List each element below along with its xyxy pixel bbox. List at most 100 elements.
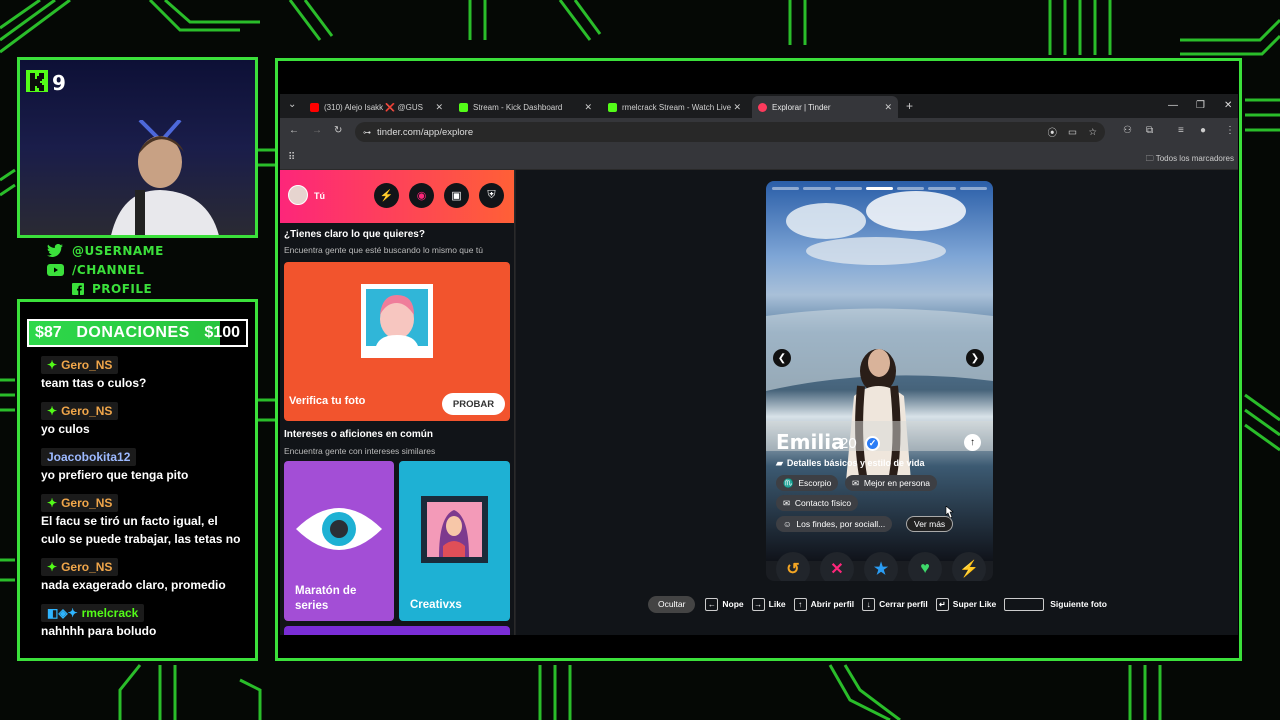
boost-button[interactable]: ⚡ [374,183,399,208]
work-button[interactable]: ▣ [444,183,469,208]
creative-label: Creativxs [410,599,462,611]
close-icon[interactable]: ✕ [435,102,443,113]
series-card[interactable]: Maratón de series [284,461,394,621]
safety-button[interactable]: ⛨ [479,183,504,208]
all-bookmarks[interactable]: 🗀 Todos los marcadores [1146,153,1234,167]
tab-tinder[interactable]: Explorar | Tinder ✕ [752,96,898,118]
social-facebook[interactable]: PROFILE [46,279,166,298]
media-icon[interactable]: ≡ [1178,125,1184,136]
eye-icon [296,508,382,550]
avatar[interactable] [288,185,308,205]
maximize-button[interactable]: ❐ [1196,100,1205,111]
series-label: Maratón de series [295,585,357,612]
tab-kick-dashboard[interactable]: Stream - Kick Dashboard ✕ [453,96,598,118]
chat-user-badge[interactable]: ✦ Gero_NS [41,402,119,420]
kick-icon [459,102,468,112]
address-bar-row: ← → ↻ ⊶ tinder.com/app/explore ⦿ ▭ ☆ ⚇ ⧉… [280,118,1238,146]
youtube-icon [310,102,319,112]
next-photo-button[interactable]: ❯ [966,349,984,367]
tab-youtube[interactable]: (310) Alejo Isakk ❌ @GUS ✕ [304,96,449,118]
profile-label[interactable]: Tú [314,191,325,201]
chat-user-badge[interactable]: ◧◈✦ rmelcrack [41,604,145,622]
verify-photo-card[interactable]: Verifica tu foto PROBAR [284,262,510,421]
twitter-icon [46,244,64,258]
donation-goal: $100 [204,324,240,341]
chat-message: Joacobokita12 yo prefiero que tenga pito [41,448,241,484]
url-field[interactable]: ⊶ tinder.com/app/explore ⦿ ▭ ☆ [355,122,1105,142]
cast-icon[interactable]: ▭ [1068,127,1077,138]
verified-icon: ✓ [865,436,880,451]
rewind-button[interactable]: ↺ [776,552,810,581]
streamer-image [111,120,219,235]
donation-bar: $87 DONACIONES $100 [27,319,248,347]
close-icon[interactable]: ✕ [884,102,892,113]
chat-user-badge[interactable]: ✦ Gero_NS [41,356,119,374]
section-title: Intereses o aficiones en común [284,429,433,440]
donation-current: $87 [35,324,62,341]
open-profile-button[interactable]: ↑ [964,434,981,451]
chip-mejor-en-persona: ✉ Mejor en persona [845,475,938,491]
chat-text: yo prefiero que tenga pito [41,468,189,482]
profile-icon[interactable]: ● [1200,125,1206,136]
menu-icon[interactable]: ⋮ [1225,125,1235,136]
reload-icon[interactable]: ↻ [334,125,342,136]
forward-icon[interactable]: → [312,125,322,136]
profile-card[interactable]: ❮ ❯ Emilia 20 ✓ ↑ ▰ Detalles básicos y es… [766,181,993,581]
shortcut-next-photo: Siguiente foto [1004,597,1107,611]
chat-text: nada exagerado claro, promedio [41,578,226,592]
new-tab-button[interactable]: + [906,99,913,113]
chat-text: El facu se tiró un facto igual, el culo … [41,514,241,546]
shortcut-like: → Like [751,597,786,611]
close-window-button[interactable]: ✕ [1224,100,1232,111]
like-button[interactable]: ♥ [908,552,942,581]
tab-kick-stream[interactable]: rmelcrack Stream - Watch Live ✕ [602,96,747,118]
social-youtube[interactable]: /CHANNEL [46,260,166,279]
youtube-icon [46,263,64,277]
shortcut-superlike: ↵ Super Like [935,597,996,611]
social-twitter-label: @USERNAME [72,243,164,258]
boost-button[interactable]: ⚡ [952,552,986,581]
verify-label: Verifica tu foto [289,395,366,407]
profile-age: 20 [840,435,857,452]
hide-shortcuts-button[interactable]: Ocultar [648,595,696,613]
chat-user-badge[interactable]: Joacobokita12 [41,448,137,466]
social-twitter[interactable]: @USERNAME [46,241,166,260]
chat-user-badge[interactable]: ✦ Gero_NS [41,494,119,512]
creative-card[interactable]: Creativxs [399,461,510,621]
extensions-icon[interactable]: ⧉ [1146,125,1153,136]
tinder-icon [758,102,767,112]
location-icon[interactable]: ⦿ [1047,125,1057,139]
apps-icon[interactable]: ⠿ [288,152,295,163]
next-card-preview[interactable] [284,626,510,635]
social-facebook-label: PROFILE [92,281,153,296]
chip-contacto-fisico: ✉ Contacto físico [776,495,859,511]
chat-message: ✦ Gero_NS El facu se tiró un facto igual,… [41,494,241,548]
tinder-sidebar: Tú ⚡ ◉ ▣ ⛨ ¿Tienes claro lo que quieres?… [280,170,515,635]
probar-button[interactable]: PROBAR [442,393,505,415]
chat-message: ✦ Gero_NS nada exagerado claro, promedio [41,558,241,594]
chat-message: ✦ Gero_NS yo culos [41,402,241,438]
chip-escorpio: ♏ Escorpio [776,475,839,491]
nope-button[interactable]: ✕ [820,552,854,581]
action-buttons: ↺ ✕ ★ ♥ ⚡ [776,552,986,581]
webcam-panel: 9 [17,57,258,238]
previous-photo-button[interactable]: ❮ [773,349,791,367]
star-icon[interactable]: ☆ [1088,127,1097,138]
keyboard-shortcuts: Ocultar ← Nope → Like ↑ Abrir perfil ↓ Cerra… [648,595,1115,613]
superlike-button[interactable]: ★ [864,552,898,581]
close-icon[interactable]: ✕ [733,102,741,113]
verify-illustration [361,284,433,358]
minimize-button[interactable]: — [1168,100,1178,111]
site-info-icon[interactable]: ⊶ [363,128,371,137]
incognito-icon[interactable]: ⚇ [1123,125,1132,136]
tinder-main: ❮ ❯ Emilia 20 ✓ ↑ ▰ Detalles básicos y es… [516,170,1238,635]
bookmarks-bar: ⠿ 🗀 Todos los marcadores [280,146,1238,170]
chat-user-badge[interactable]: ✦ Gero_NS [41,558,119,576]
social-youtube-label: /CHANNEL [72,262,145,277]
donation-label: DONACIONES [76,324,190,341]
explore-button[interactable]: ◉ [409,183,434,208]
back-icon[interactable]: ← [289,125,299,136]
close-icon[interactable]: ✕ [584,102,592,113]
social-links: @USERNAME /CHANNEL PROFILE [46,241,166,298]
tab-search-icon[interactable]: ⌄ [288,99,296,110]
